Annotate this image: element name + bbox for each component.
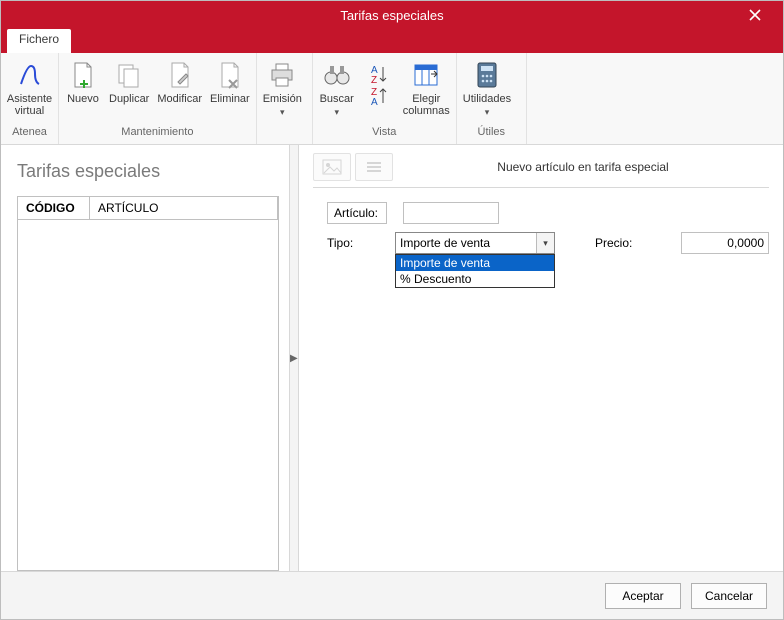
binoculars-icon (321, 59, 353, 91)
group-label-vista: Vista (313, 126, 456, 144)
ribbon: Asistente virtual Atenea Nuevo Duplicar (1, 53, 783, 145)
precio-input[interactable] (681, 232, 769, 254)
nuevo-button[interactable]: Nuevo (61, 55, 105, 107)
duplicar-label: Duplicar (109, 93, 149, 105)
ribbon-group-mantenimiento: Nuevo Duplicar Modificar Eliminar (59, 53, 257, 144)
modificar-label: Modificar (157, 93, 202, 105)
svg-text:A: A (371, 97, 378, 107)
tarifas-grid[interactable]: CÓDIGO ARTÍCULO (17, 196, 279, 571)
asistente-virtual-label: Asistente virtual (7, 93, 52, 117)
utilidades-button[interactable]: Utilidades ▾ (459, 55, 515, 120)
page-copy-icon (113, 59, 145, 91)
col-articulo[interactable]: ARTÍCULO (90, 197, 278, 219)
elegir-columnas-button[interactable]: Elegir columnas (399, 55, 454, 119)
elegir-columnas-label: Elegir columnas (403, 93, 450, 117)
row-articulo: Artículo: (313, 202, 769, 224)
printer-icon (266, 59, 298, 91)
list-mode-button[interactable] (355, 153, 393, 181)
tipo-option-importe[interactable]: Importe de venta (396, 255, 554, 271)
group-label-emision (257, 126, 312, 144)
asistente-virtual-button[interactable]: Asistente virtual (3, 55, 56, 119)
col-codigo[interactable]: CÓDIGO (18, 197, 90, 219)
panel-expander[interactable]: ▶ (290, 145, 299, 571)
label-precio: Precio: (595, 236, 643, 250)
eliminar-label: Eliminar (210, 93, 250, 105)
left-panel: Tarifas especiales CÓDIGO ARTÍCULO (1, 145, 290, 571)
ribbon-group-atenea: Asistente virtual Atenea (1, 53, 59, 144)
tipo-combo-list: Importe de venta % Descuento (395, 254, 555, 288)
aceptar-button[interactable]: Aceptar (605, 583, 681, 609)
buscar-label: Buscar (320, 93, 354, 105)
group-label-mantenimiento: Mantenimiento (59, 126, 256, 144)
emision-button[interactable]: Emisión ▾ (259, 55, 306, 120)
tipo-combo[interactable]: Importe de venta ▾ (395, 232, 555, 254)
dialog-footer: Aceptar Cancelar (1, 571, 783, 619)
tipo-combo-value: Importe de venta (400, 236, 490, 250)
alpha-icon (14, 59, 46, 91)
ribbon-group-vista: Buscar ▾ AZ ZA Elegir columnas Vista (313, 53, 457, 144)
buscar-button[interactable]: Buscar ▾ (315, 55, 359, 120)
image-icon (322, 159, 342, 175)
cancelar-button[interactable]: Cancelar (691, 583, 767, 609)
columns-icon (410, 59, 442, 91)
row-tipo: Tipo: Importe de venta ▾ Importe de vent… (313, 232, 769, 254)
right-panel: Nuevo artículo en tarifa especial Artícu… (299, 145, 783, 571)
ribbon-group-utiles: Utilidades ▾ Útiles (457, 53, 527, 144)
ribbon-tabstrip: Fichero (1, 29, 783, 53)
page-plus-icon (67, 59, 99, 91)
chevron-down-icon: ▾ (334, 107, 339, 118)
chevron-down-icon: ▾ (485, 107, 490, 118)
main-content: Tarifas especiales CÓDIGO ARTÍCULO ▶ Nue… (1, 145, 783, 571)
label-articulo: Artículo: (327, 202, 387, 224)
grid-header: CÓDIGO ARTÍCULO (18, 197, 278, 220)
chevron-down-icon: ▾ (536, 233, 554, 253)
grid-body[interactable] (18, 220, 278, 570)
group-label-utiles: Útiles (457, 126, 526, 144)
nuevo-label: Nuevo (67, 93, 99, 105)
page-edit-icon (164, 59, 196, 91)
close-icon (749, 9, 761, 21)
chevron-down-icon: ▾ (280, 107, 285, 118)
utilidades-label: Utilidades (463, 93, 511, 105)
sort-az-icon: AZ ZA (363, 59, 395, 109)
duplicar-button[interactable]: Duplicar (105, 55, 153, 107)
label-tipo: Tipo: (327, 236, 387, 250)
list-icon (364, 159, 384, 175)
page-delete-icon (214, 59, 246, 91)
modificar-button[interactable]: Modificar (153, 55, 206, 107)
panel-title: Tarifas especiales (17, 161, 279, 182)
detail-header: Nuevo artículo en tarifa especial (313, 153, 769, 188)
image-mode-button[interactable] (313, 153, 351, 181)
calculator-icon (471, 59, 503, 91)
group-label-atenea: Atenea (1, 126, 58, 144)
window-title: Tarifas especiales (1, 8, 783, 23)
svg-text:Z: Z (371, 75, 377, 86)
detail-title: Nuevo artículo en tarifa especial (397, 160, 769, 174)
tipo-option-descuento[interactable]: % Descuento (396, 271, 554, 287)
articulo-input[interactable] (403, 202, 499, 224)
titlebar: Tarifas especiales (1, 1, 783, 29)
emision-label: Emisión (263, 93, 302, 105)
eliminar-button[interactable]: Eliminar (206, 55, 254, 107)
tipo-combo-wrap: Importe de venta ▾ Importe de venta % De… (395, 232, 555, 254)
close-button[interactable] (735, 1, 775, 29)
tab-fichero[interactable]: Fichero (7, 29, 71, 53)
sort-button[interactable]: AZ ZA (359, 55, 399, 113)
ribbon-group-emision: Emisión ▾ (257, 53, 313, 144)
